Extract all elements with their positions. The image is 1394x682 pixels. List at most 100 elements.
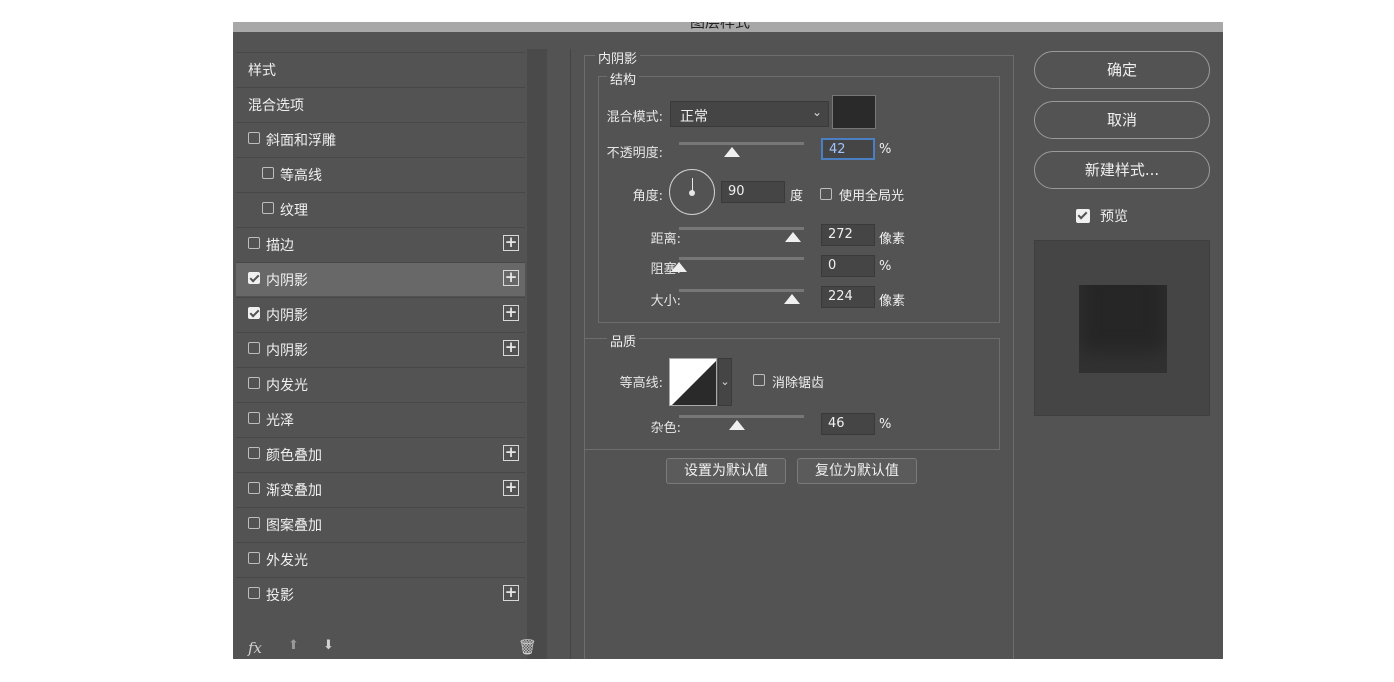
style-enable-checkbox[interactable] [248,272,260,284]
add-style-icon[interactable]: + [503,445,519,461]
choke-label: 阻塞: [650,262,681,277]
distance-input[interactable]: 272 [821,224,875,246]
style-list-item[interactable]: 斜面和浮雕 [236,122,525,156]
chevron-down-icon: ⌄ [720,375,730,388]
choke-slider-thumb[interactable] [671,262,687,272]
style-enable-checkbox[interactable] [248,587,260,599]
distance-slider-track[interactable] [679,227,804,230]
style-enable-checkbox[interactable] [248,552,260,564]
noise-slider-thumb[interactable] [728,420,745,430]
style-list-item[interactable]: 外发光 [236,542,525,576]
styles-list-scrollbar[interactable] [527,49,547,659]
style-enable-checkbox[interactable] [262,167,274,179]
style-list-item-label: 内发光 [266,378,308,394]
add-style-icon[interactable]: + [503,480,519,496]
trash-icon[interactable]: 🗑 [518,638,537,656]
contour-picker[interactable] [669,358,717,406]
angle-input[interactable]: 90 [721,181,785,203]
style-list-item[interactable]: 内发光 [236,367,525,401]
style-list-item-label: 内阴影 [266,343,308,359]
style-list-item[interactable]: 渐变叠加 + [236,472,525,506]
choke-unit: % [879,259,892,274]
opacity-slider-track[interactable] [679,142,804,145]
blend-mode-label: 混合模式: [606,110,663,125]
style-enable-checkbox[interactable] [248,447,260,459]
use-global-light-checkbox[interactable] [820,188,832,200]
contour-label: 等高线: [619,376,663,391]
set-default-button[interactable]: 设置为默认值 [666,458,786,484]
angle-dial[interactable] [669,169,715,215]
distance-label: 距离: [650,232,681,247]
chevron-down-icon: ⌄ [811,105,822,119]
style-enable-checkbox[interactable] [248,482,260,494]
inner-shadow-title: 内阴影 [595,48,641,67]
style-list-item[interactable]: 颜色叠加 + [236,437,525,471]
anti-alias-checkbox[interactable] [753,374,765,386]
size-slider-track[interactable] [679,289,804,292]
anti-alias-label: 消除锯齿 [772,376,825,391]
layer-style-dialog: 图层样式 样式 混合选项 斜面和浮雕 等高线 纹理 描边 + 内阴影 + 内阴影 + 内阴影 + 内发光光… [233,22,1223,659]
style-list-item-label: 纹理 [280,203,308,219]
opacity-slider-thumb[interactable] [723,147,740,157]
style-list-item-label: 混合选项 [248,98,304,114]
new-style-button[interactable]: 新建样式... [1034,151,1210,189]
style-list-item-label: 渐变叠加 [266,483,322,499]
fx-button[interactable]: fx [248,639,262,657]
add-style-icon[interactable]: + [503,270,519,286]
ok-button[interactable]: 确定 [1034,51,1210,89]
style-list-item[interactable]: 内阴影 + [236,262,525,296]
style-enable-checkbox[interactable] [248,412,260,424]
contour-dropdown[interactable]: ⌄ [718,358,732,406]
choke-slider-track[interactable] [679,257,804,260]
preview-checkbox[interactable] [1076,209,1090,223]
style-preview [1034,240,1210,416]
angle-unit: 度 [790,189,804,204]
style-enable-checkbox[interactable] [248,342,260,354]
style-list-item[interactable]: 混合选项 [236,87,525,121]
quality-title: 品质 [607,331,640,350]
window-title: 图层样式 [690,22,751,31]
styles-list-footer: fx ⬆ ⬇ 🗑 [233,634,547,659]
reset-default-button[interactable]: 复位为默认值 [797,458,917,484]
noise-label: 杂色: [650,421,681,436]
style-list-item[interactable]: 样式 [236,52,525,86]
cancel-button[interactable]: 取消 [1034,101,1210,139]
add-style-icon[interactable]: + [503,305,519,321]
noise-slider-track[interactable] [679,415,804,418]
style-list-item-label: 斜面和浮雕 [266,133,336,149]
style-enable-checkbox[interactable] [248,377,260,389]
arrow-up-icon[interactable]: ⬆ [288,638,299,653]
size-unit: 像素 [879,294,906,309]
style-list-item[interactable]: 光泽 [236,402,525,436]
title-bar: 图层样式 [233,22,1223,32]
shadow-color-swatch[interactable] [832,95,876,129]
noise-input[interactable]: 46 [821,413,875,435]
add-style-icon[interactable]: + [503,235,519,251]
style-enable-checkbox[interactable] [248,132,260,144]
add-style-icon[interactable]: + [503,340,519,356]
style-enable-checkbox[interactable] [248,517,260,529]
size-input[interactable]: 224 [821,286,875,308]
style-list-item[interactable]: 投影 + [236,577,525,611]
distance-slider-thumb[interactable] [784,232,801,242]
contour-curve-icon [672,361,716,405]
style-list-item[interactable]: 描边 + [236,227,525,261]
style-list-item[interactable]: 纹理 [236,192,525,226]
style-list-item[interactable]: 内阴影 + [236,297,525,331]
arrow-down-icon[interactable]: ⬇ [323,638,334,653]
style-list-item-label: 等高线 [280,168,322,184]
style-enable-checkbox[interactable] [248,237,260,249]
size-slider-thumb[interactable] [783,294,800,304]
style-list-item[interactable]: 图案叠加 [236,507,525,541]
preview-label: 预览 [1100,209,1128,225]
style-list-item[interactable]: 等高线 [236,157,525,191]
distance-unit: 像素 [879,232,906,247]
choke-input[interactable]: 0 [821,255,875,277]
opacity-input[interactable]: 42 [821,138,875,160]
style-enable-checkbox[interactable] [248,307,260,319]
style-list-item[interactable]: 内阴影 + [236,332,525,366]
style-list-item-label: 颜色叠加 [266,448,322,464]
blend-mode-select[interactable]: 正常 ⌄ [670,101,829,127]
add-style-icon[interactable]: + [503,585,519,601]
style-enable-checkbox[interactable] [262,202,274,214]
